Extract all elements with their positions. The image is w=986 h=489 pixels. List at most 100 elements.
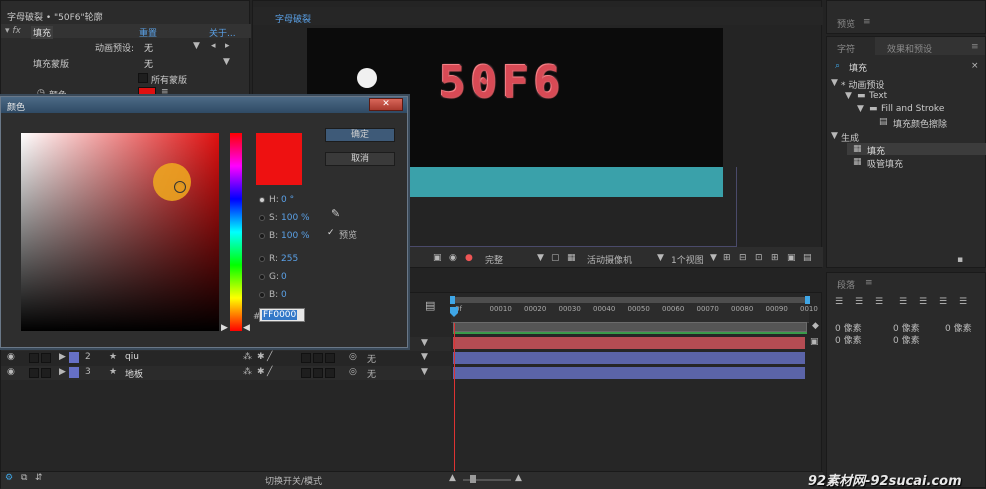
fx-icon[interactable]: ▾ fx	[5, 26, 21, 36]
paragraph-menu-icon[interactable]: ≡	[865, 278, 873, 288]
work-area-start-handle[interactable]	[450, 296, 455, 304]
expand-arrow-icon[interactable]: ▶	[59, 352, 66, 362]
search-clear-icon[interactable]: ×	[971, 61, 979, 71]
fx-switch-icon[interactable]: ✱	[257, 352, 265, 362]
b-radio[interactable]	[259, 233, 265, 239]
tab-composition[interactable]: 字母破裂	[275, 12, 311, 25]
tree-arrow-icon[interactable]: ▼	[831, 78, 838, 88]
search-icon[interactable]: ⌕	[835, 61, 840, 71]
space-after-field[interactable]: 0 像素	[893, 333, 920, 346]
work-area-end-handle[interactable]	[805, 296, 810, 304]
switch-box-2[interactable]	[313, 353, 323, 363]
tree-arrow-icon[interactable]: ▼	[845, 91, 852, 101]
saturation-brightness-field[interactable]	[21, 133, 219, 331]
align-left-icon[interactable]: ☰	[835, 297, 843, 307]
space-before-field[interactable]: 0 像素	[835, 333, 862, 346]
camera-dropdown[interactable]: 活动摄像机	[587, 253, 632, 266]
solo-toggle[interactable]	[29, 368, 39, 378]
lock-toggle[interactable]	[41, 353, 51, 363]
solo-toggle[interactable]	[29, 353, 39, 363]
layer-bar-3[interactable]	[453, 367, 805, 379]
fx-switch-icon[interactable]: ✱	[257, 367, 265, 377]
all-masks-checkbox[interactable]	[138, 73, 148, 83]
hue-slider-left-arrow-icon[interactable]: ▶	[221, 323, 228, 333]
preset-prev-icon[interactable]: ◂	[211, 41, 216, 51]
tree-arrow-icon[interactable]: ▼	[857, 104, 864, 114]
switch-box-2[interactable]	[313, 368, 323, 378]
camera-arrow-icon[interactable]: ▼	[657, 253, 664, 263]
dialog-close-button[interactable]: ✕	[369, 98, 403, 111]
shy-icon[interactable]: ⁂	[243, 352, 252, 362]
layout-icon-5[interactable]: ▣	[787, 253, 796, 263]
s-value[interactable]: 100 %	[281, 213, 310, 223]
layout-icon-2[interactable]: ⊟	[739, 253, 747, 263]
parent-pickwhip-icon[interactable]: ◎	[349, 367, 357, 377]
effects-menu-icon[interactable]: ≡	[971, 42, 979, 52]
reset-link[interactable]: 重置	[139, 26, 157, 39]
layer-label-color[interactable]	[69, 352, 79, 363]
comp-marker-icon[interactable]: ◆	[812, 321, 819, 331]
switch-box-1[interactable]	[301, 368, 311, 378]
hue-slider-right-arrow-icon[interactable]: ◀	[243, 323, 250, 333]
preview-label[interactable]: 预览	[339, 228, 357, 241]
tab-character[interactable]: 字符	[837, 42, 855, 55]
tree-animation-presets[interactable]: * 动画预设	[841, 78, 884, 91]
comp-button-icon[interactable]: ▣	[810, 337, 819, 347]
shy-icon[interactable]: ⁂	[243, 367, 252, 377]
views-arrow-icon[interactable]: ▼	[710, 253, 717, 263]
tree-fill[interactable]: 填充	[867, 144, 885, 157]
work-area-bar[interactable]	[453, 297, 807, 303]
channel-icon[interactable]: ◉	[449, 253, 457, 263]
switch-box-3[interactable]	[325, 353, 335, 363]
quality-dropdown[interactable]: 完整	[485, 253, 503, 266]
layer-name[interactable]: 地板	[125, 367, 143, 380]
preset-next-icon[interactable]: ▸	[225, 41, 230, 51]
align-right-icon[interactable]: ☰	[875, 297, 883, 307]
expand-arrow-icon[interactable]: ▶	[59, 367, 66, 377]
search-input[interactable]: 填充	[849, 61, 867, 74]
dialog-titlebar[interactable]	[1, 97, 407, 113]
s-radio[interactable]	[259, 215, 265, 221]
r-radio[interactable]	[259, 256, 265, 262]
layer-1-mode-arrow-icon[interactable]: ▼	[421, 338, 428, 348]
snapshot-icon[interactable]: ▣	[433, 253, 442, 263]
hue-slider[interactable]	[230, 133, 242, 331]
new-preset-icon[interactable]: ▪	[957, 255, 963, 265]
comp-duration-bar[interactable]	[453, 322, 807, 332]
layout-icon-4[interactable]: ⊞	[771, 253, 779, 263]
visibility-eye-icon[interactable]: ◉	[7, 352, 15, 362]
parent-arrow-icon[interactable]: ▼	[421, 352, 428, 362]
eyedropper-icon[interactable]: ✎	[331, 207, 340, 220]
zoom-in-icon[interactable]: ▲	[515, 473, 522, 483]
layout-icon-1[interactable]: ⊞	[723, 253, 731, 263]
tree-fill-color-wipe[interactable]: 填充颜色擦除	[893, 117, 947, 130]
render-icon[interactable]: ⚙	[5, 473, 13, 483]
layout-icon-6[interactable]: ▤	[803, 253, 812, 263]
b-value[interactable]: 100 %	[281, 231, 310, 241]
cancel-button[interactable]: 取消	[325, 152, 395, 166]
preview-menu-icon[interactable]: ≡	[863, 17, 871, 27]
indent-first-field[interactable]: 0 像素	[945, 321, 972, 334]
hex-value[interactable]: FF0000	[262, 310, 298, 320]
justify-all-icon[interactable]: ☰	[959, 297, 967, 307]
fill-mask-dropdown[interactable]: 无	[144, 57, 153, 70]
justify-left-icon[interactable]: ☰	[899, 297, 907, 307]
visibility-eye-icon[interactable]: ◉	[7, 367, 15, 377]
parent-pickwhip-icon[interactable]: ◎	[349, 352, 357, 362]
tree-fill-and-stroke[interactable]: Fill and Stroke	[881, 104, 944, 114]
tab-paragraph[interactable]: 段落	[837, 278, 855, 291]
g-radio[interactable]	[259, 274, 265, 280]
zoom-slider-handle[interactable]	[470, 475, 476, 483]
switch-box-1[interactable]	[301, 353, 311, 363]
lock-toggle[interactable]	[41, 368, 51, 378]
justify-right-icon[interactable]: ☰	[939, 297, 947, 307]
comp-flowchart-icon[interactable]: ▤	[425, 299, 435, 312]
h-radio[interactable]	[259, 197, 265, 203]
preview-checkmark-icon[interactable]: ✓	[327, 228, 335, 238]
quality-switch-icon[interactable]: ╱	[267, 352, 272, 362]
b2-radio[interactable]	[259, 292, 265, 298]
layer-name[interactable]: qiu	[125, 352, 139, 362]
about-link[interactable]: 关于...	[209, 26, 236, 39]
layout-icon-3[interactable]: ⊡	[755, 253, 763, 263]
transfer-icon[interactable]: ⇵	[35, 473, 43, 483]
